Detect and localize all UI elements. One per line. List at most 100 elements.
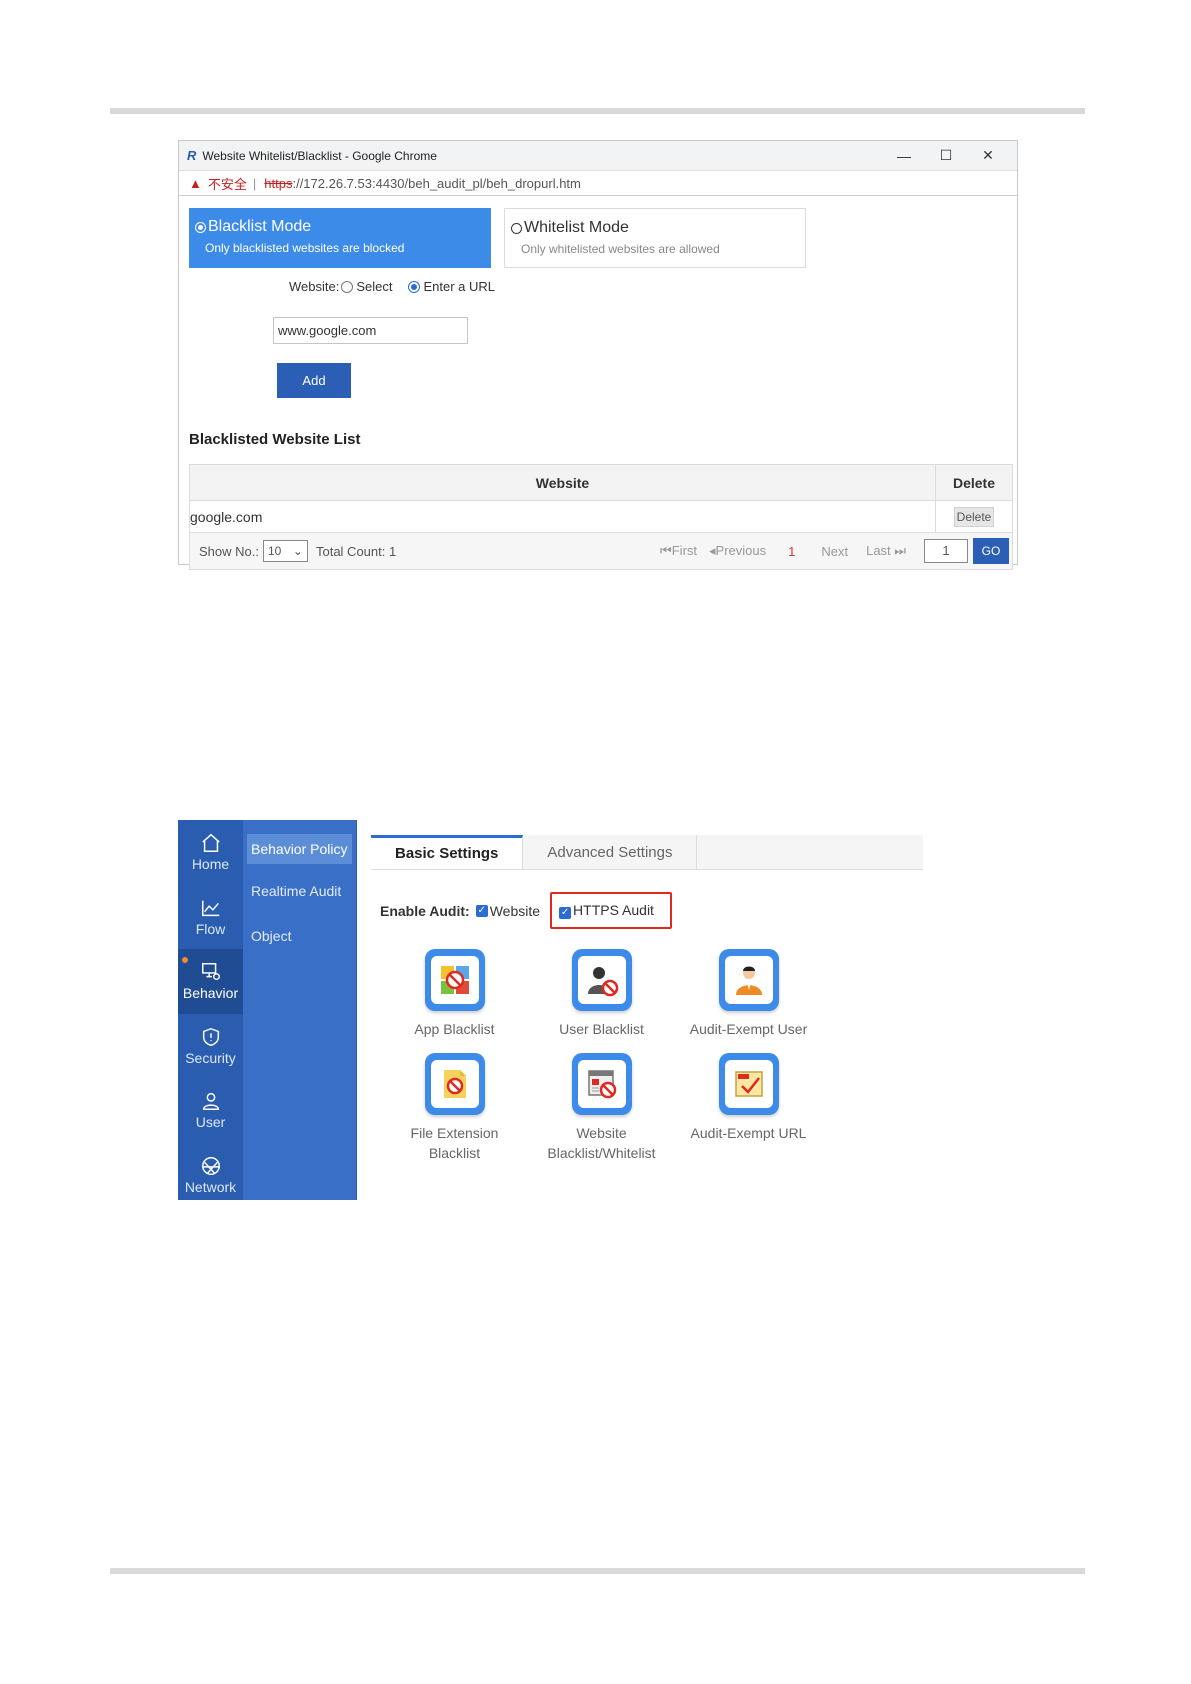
pagination-bar: Show No.: 10 ⌄ Total Count: 1 ⏮First ◂Pre… — [190, 533, 1012, 569]
feature-file-extension-blacklist[interactable]: File Extension Blacklist — [381, 1053, 528, 1163]
address-separator: | — [252, 175, 257, 191]
tab-basic-settings[interactable]: Basic Settings — [371, 835, 524, 869]
go-button[interactable]: GO — [973, 538, 1009, 564]
feature-audit-exempt-user[interactable]: Audit-Exempt User — [675, 949, 822, 1039]
whitelist-mode-option[interactable]: Whitelist Mode Only whitelisted websites… — [504, 208, 806, 268]
first-page-link[interactable]: ⏮First — [660, 543, 697, 559]
whitelist-mode-desc: Only whitelisted websites are allowed — [521, 242, 720, 256]
website-checkbox-label: Website — [489, 902, 541, 919]
nav-item-network[interactable]: Network — [178, 1143, 243, 1208]
blacklist-mode-option[interactable]: Blacklist Mode Only blacklisted websites… — [189, 208, 491, 268]
feature-label: Website Blacklist/Whitelist — [547, 1125, 656, 1161]
tab-advanced-settings[interactable]: Advanced Settings — [523, 835, 698, 869]
secondary-nav: Behavior Policy Realtime Audit Object — [243, 820, 357, 1200]
subnav-realtime-audit[interactable]: Realtime Audit — [243, 868, 356, 913]
audit-exempt-url-icon — [734, 1071, 763, 1097]
user-icon — [202, 1093, 219, 1111]
nav-item-home[interactable]: Home — [178, 820, 243, 885]
top-rule — [110, 108, 1085, 114]
page-size-select[interactable]: 10 ⌄ — [262, 540, 308, 562]
current-page: 1 — [788, 543, 796, 559]
behavior-icon — [201, 963, 220, 981]
enable-audit-row: Enable Audit: ✓ Website ✓ HTTPS Audit — [380, 892, 923, 929]
feature-website-blacklist-whitelist[interactable]: Website Blacklist/Whitelist — [528, 1053, 675, 1163]
website-blacklist-icon — [587, 1070, 616, 1099]
delete-button[interactable]: Delete — [953, 506, 995, 527]
insecure-label: 不安全 — [207, 176, 247, 192]
website-label: Website: — [289, 279, 340, 294]
enter-url-radio[interactable] — [408, 280, 421, 293]
website-checkbox[interactable]: ✓ — [475, 904, 488, 917]
select-radio[interactable] — [341, 280, 354, 293]
whitelist-mode-title: Whitelist Mode — [524, 219, 629, 236]
nav-label: Behavior — [182, 985, 239, 1002]
home-icon — [201, 834, 220, 853]
feature-label: User Blacklist — [559, 1021, 644, 1037]
subnav-behavior-policy[interactable]: Behavior Policy — [247, 834, 352, 864]
website-cell: google.com — [190, 501, 936, 532]
feature-audit-exempt-url[interactable]: Audit-Exempt URL — [675, 1053, 822, 1163]
total-count: Total Count: 1 — [315, 543, 397, 559]
enable-audit-label: Enable Audit: — [380, 902, 470, 919]
app-logo-icon: R — [187, 148, 197, 163]
add-button[interactable]: Add — [277, 363, 351, 398]
url-protocol: https — [264, 175, 293, 191]
admin-console: Home Flow Behavior Security User Network… — [178, 820, 923, 1200]
close-button[interactable]: ✕ — [967, 147, 1009, 164]
warning-icon: ▲ — [189, 175, 202, 191]
behavior-policy-panel: Basic Settings Advanced Settings Enable … — [371, 835, 923, 1200]
feature-grid: App Blacklist User Blacklist Audit-Exemp… — [381, 949, 923, 1163]
file-extension-blacklist-icon — [443, 1070, 466, 1098]
blacklist-radio-icon — [195, 221, 206, 233]
whitelist-radio-icon — [511, 222, 522, 234]
nav-item-behavior[interactable]: Behavior — [178, 949, 243, 1014]
table-row: google.com Delete — [190, 501, 1012, 533]
chrome-popup-window: R Website Whitelist/Blacklist - Google C… — [178, 140, 1018, 570]
network-icon — [201, 1156, 220, 1175]
https-audit-highlight: ✓ HTTPS Audit — [550, 892, 672, 929]
next-page-link[interactable]: Next — [821, 544, 848, 559]
blacklisted-website-table: Website Delete google.com Delete Show No… — [189, 464, 1013, 570]
nav-item-user[interactable]: User — [178, 1078, 243, 1143]
primary-nav: Home Flow Behavior Security User Network — [178, 820, 243, 1200]
nav-label: Flow — [195, 920, 226, 937]
select-option-label: Select — [356, 279, 393, 294]
feature-user-blacklist[interactable]: User Blacklist — [528, 949, 675, 1039]
feature-label: Audit-Exempt URL — [690, 1125, 807, 1141]
shield-icon — [202, 1027, 219, 1046]
feature-app-blacklist[interactable]: App Blacklist — [381, 949, 528, 1039]
blacklisted-list-title: Blacklisted Website List — [189, 431, 361, 448]
https-audit-checkbox[interactable]: ✓ — [559, 907, 572, 919]
page-number-input[interactable]: 1 — [924, 539, 968, 563]
window-title: Website Whitelist/Blacklist - Google Chr… — [202, 148, 437, 163]
https-audit-label: HTTPS Audit — [573, 902, 654, 918]
feature-label: File Extension Blacklist — [410, 1125, 499, 1161]
blacklist-mode-title: Blacklist Mode — [208, 218, 312, 235]
url-input[interactable] — [273, 317, 468, 344]
website-column-header: Website — [190, 465, 936, 500]
audit-exempt-user-icon — [735, 966, 762, 995]
blacklist-mode-desc: Only blacklisted websites are blocked — [205, 241, 405, 255]
delete-column-header: Delete — [952, 474, 996, 491]
maximize-button[interactable]: ☐ — [925, 147, 967, 164]
url-path: ://172.26.7.53:4430/beh_audit_pl/beh_dro… — [292, 175, 581, 191]
subnav-object[interactable]: Object — [243, 913, 356, 958]
address-bar[interactable]: ▲ 不安全 | https ://172.26.7.53:4430/beh_au… — [179, 171, 1017, 196]
nav-item-security[interactable]: Security — [178, 1014, 243, 1079]
page-size-value: 10 — [267, 544, 282, 558]
first-page-icon: ⏮ — [660, 543, 672, 558]
nav-label: Home — [191, 856, 230, 873]
last-page-link[interactable]: Last ⏭ — [866, 543, 906, 559]
last-page-icon: ⏭ — [894, 543, 906, 558]
website-source-row: Website: Select Enter a URL — [289, 279, 495, 294]
nav-item-flow[interactable]: Flow — [178, 885, 243, 950]
bottom-rule — [110, 1568, 1085, 1574]
window-titlebar: R Website Whitelist/Blacklist - Google C… — [179, 141, 1017, 171]
feature-label: App Blacklist — [414, 1021, 495, 1037]
enter-url-option-label: Enter a URL — [423, 279, 496, 294]
minimize-button[interactable]: — — [883, 148, 925, 164]
table-header: Website Delete — [190, 465, 1012, 501]
previous-page-link[interactable]: ◂Previous — [709, 543, 766, 559]
feature-label: Audit-Exempt User — [689, 1021, 808, 1037]
settings-tabs: Basic Settings Advanced Settings — [371, 835, 923, 870]
